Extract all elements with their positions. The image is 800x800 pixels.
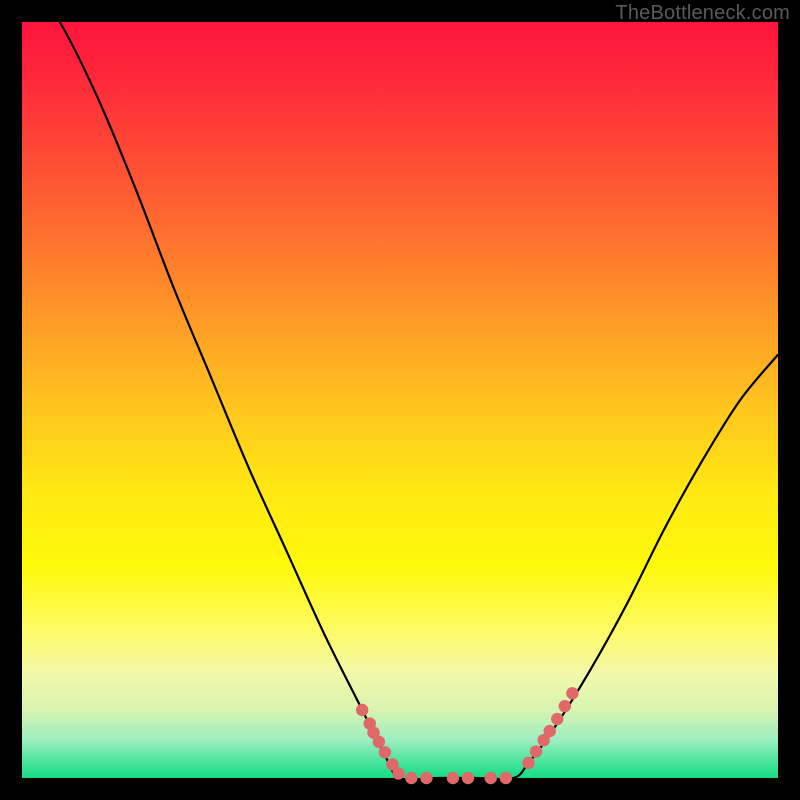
curve-marker-group xyxy=(356,687,579,784)
curve-marker-dot xyxy=(551,713,563,725)
curve-marker-dot xyxy=(500,772,512,784)
curve-marker-dot xyxy=(405,772,417,784)
curve-marker-dot xyxy=(559,700,571,712)
curve-svg xyxy=(22,22,778,778)
curve-marker-dot xyxy=(447,772,459,784)
curve-marker-dot xyxy=(462,772,474,784)
curve-marker-dot xyxy=(379,746,391,758)
curve-marker-dot xyxy=(356,704,368,716)
chart-stage: TheBottleneck.com xyxy=(0,0,800,800)
curve-marker-dot xyxy=(485,772,497,784)
curve-marker-dot xyxy=(530,745,542,757)
curve-marker-dot xyxy=(420,772,432,784)
plot-area xyxy=(22,22,778,778)
curve-marker-dot xyxy=(373,736,385,748)
curve-marker-dot xyxy=(392,767,404,779)
bottleneck-curve-path xyxy=(22,0,778,780)
curve-marker-dot xyxy=(566,687,578,699)
curve-marker-dot xyxy=(522,757,534,769)
curve-marker-dot xyxy=(543,725,555,737)
watermark-text: TheBottleneck.com xyxy=(615,2,790,25)
